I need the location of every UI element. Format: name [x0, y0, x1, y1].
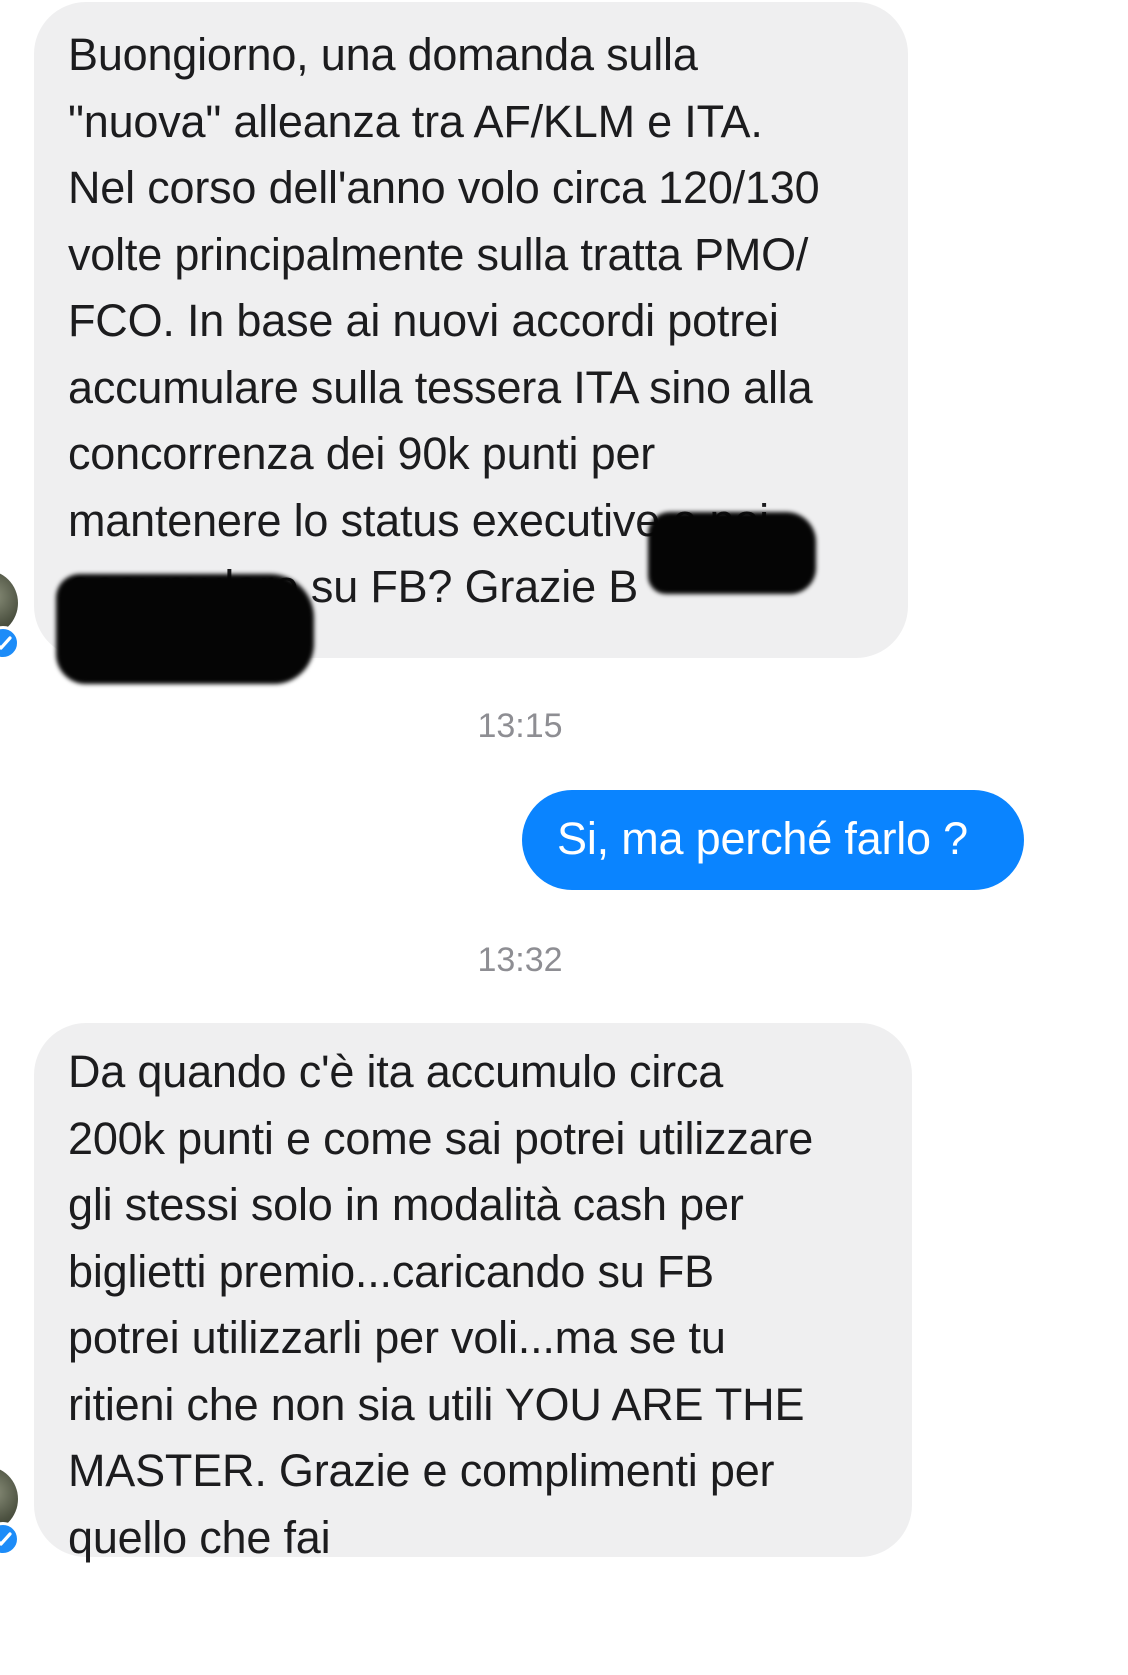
- incoming-message-bubble[interactable]: Da quando c'è ita accumulo circa 200k pu…: [34, 1023, 912, 1563]
- redaction-mark: [648, 512, 816, 594]
- message-timestamp: 13:32: [477, 941, 563, 979]
- outgoing-message-bubble[interactable]: Si, ma perché farlo ?: [522, 790, 1024, 890]
- message-timestamp: 13:15: [477, 707, 563, 745]
- redaction-mark: [56, 574, 314, 684]
- verified-check-icon: [0, 626, 20, 660]
- verified-check-icon: [0, 1522, 20, 1556]
